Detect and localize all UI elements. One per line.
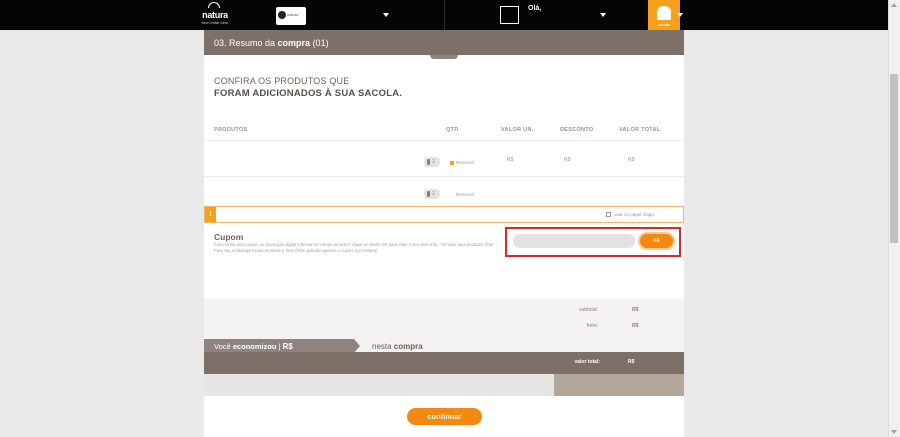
total-footer-accent <box>554 374 684 396</box>
brand-circle-icon <box>278 11 286 19</box>
continue-button[interactable]: continuar <box>407 408 482 425</box>
grand-total-label: valor total: <box>574 359 600 365</box>
summary-header: 03. Resumo da compra (01) <box>204 30 684 55</box>
scroll-up-arrow-icon[interactable] <box>891 3 897 7</box>
shopping-bag-button[interactable]: sacola <box>648 0 680 30</box>
frete-label: frete: <box>586 323 598 329</box>
column-header-products: PRODUTOS <box>214 127 248 133</box>
savings-suffix: nesta compra <box>372 342 423 351</box>
unit-value-cell: R$ <box>507 157 514 163</box>
column-header-qty: QTD <box>446 127 459 133</box>
gift-option-strip: ! usar no papel ritagio <box>204 206 684 223</box>
coupon-input[interactable] <box>513 234 635 248</box>
user-avatar[interactable] <box>500 6 519 24</box>
qty-stepper[interactable]: 1 <box>424 157 440 167</box>
savings-badge: Você economizou | R$ <box>204 339 354 353</box>
bag-dropdown-chevron-icon[interactable] <box>677 13 683 17</box>
column-header-discount: DESCONTO <box>560 127 594 133</box>
top-navigation-bar: natura bem estar bem natura Olá, sacola <box>0 0 888 30</box>
grand-total-value: R$ <box>628 359 635 365</box>
table-header-divider <box>204 140 684 141</box>
coupon-description: Caso tenha uma cupom ou promoção digital… <box>214 242 494 253</box>
natura-logo[interactable]: natura bem estar bem <box>198 2 232 26</box>
savings-bold: economizou <box>232 342 277 351</box>
row-divider <box>204 176 684 177</box>
gift-wrap-label: usar no papel ritagio <box>614 212 655 217</box>
brand-dropdown-chevron-icon[interactable] <box>383 13 389 17</box>
total-value-cell: R$ <box>628 157 635 163</box>
logo-text: natura <box>202 10 228 20</box>
brand-badge-label: natura <box>287 12 299 17</box>
header-tab-curve <box>430 55 458 59</box>
grand-total-bar: valor total: R$ <box>204 352 684 374</box>
column-header-unit-value: VALOR UN. <box>501 127 534 133</box>
frete-value: R$ <box>632 323 639 329</box>
column-header-total-value: VALOR TOTAL <box>619 127 661 133</box>
coupon-ok-button[interactable]: ok <box>638 232 675 250</box>
savings-suffix-bold: compra <box>393 342 423 351</box>
coupon-title: Cupom <box>214 232 244 242</box>
alert-icon: ! <box>205 207 216 222</box>
topbar-divider <box>444 0 445 30</box>
gift-wrap-checkbox[interactable] <box>606 212 611 217</box>
logo-mark-icon <box>208 2 220 8</box>
consultant-brand-badge[interactable]: natura <box>276 7 306 25</box>
order-summary-card: 03. Resumo da compra (01) CONFIRA OS PRO… <box>204 30 684 437</box>
summary-title-count: (01) <box>310 38 329 48</box>
user-dropdown-chevron-icon[interactable] <box>600 13 606 17</box>
subtotal-value: R$ <box>632 307 639 313</box>
summary-title-prefix: 03. Resumo da <box>214 38 278 48</box>
savings-prefix: Você <box>214 342 233 351</box>
scrollbar-thumb[interactable] <box>890 74 898 243</box>
remove-link[interactable]: Remover <box>456 160 474 165</box>
qty-stepper[interactable]: 1 <box>424 189 440 199</box>
bag-icon <box>657 6 671 20</box>
subtotal-label: subtotal: <box>579 307 598 313</box>
confirm-heading-line1: CONFIRA OS PRODUTOS QUE <box>214 76 350 86</box>
bag-label: sacola <box>658 22 670 27</box>
savings-currency: R$ <box>282 342 293 351</box>
remove-icon[interactable] <box>450 161 454 165</box>
savings-badge-tail <box>354 339 360 353</box>
summary-title-bold: compra <box>277 38 311 48</box>
discount-cell: R$ <box>564 157 571 163</box>
remove-link[interactable]: Remover <box>456 192 474 197</box>
logo-subtext: bem estar bem <box>201 20 229 25</box>
scroll-down-arrow-icon[interactable] <box>891 430 897 434</box>
total-footer-pad <box>204 374 554 396</box>
user-greeting: Olá, <box>528 5 542 12</box>
confirm-heading-line2: FORAM ADICIONADOS À SUA SACOLA. <box>214 88 403 99</box>
savings-suffix-plain: nesta <box>372 342 394 351</box>
